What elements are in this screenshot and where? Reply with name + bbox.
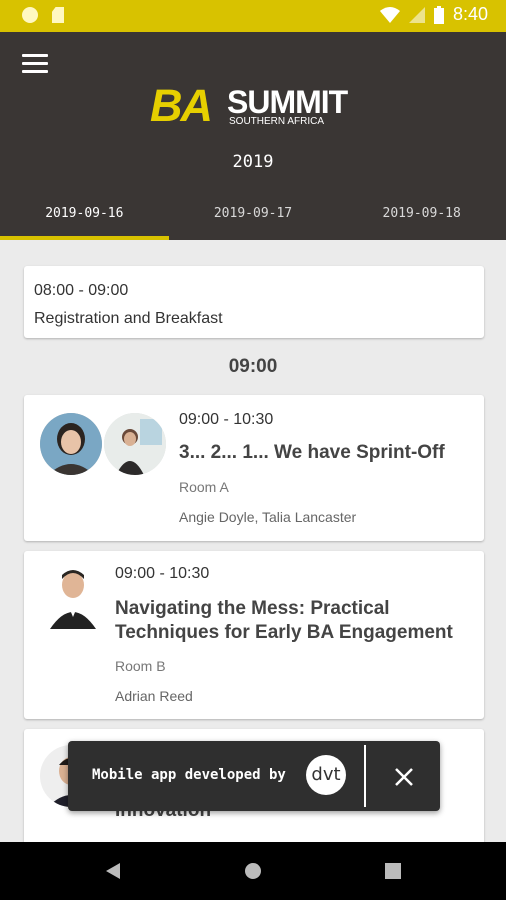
status-bar: 8:40 [0,0,506,32]
menu-icon-bar [22,70,48,73]
speaker-avatar [46,565,100,629]
logo-region: SOUTHERN AFRICA [229,116,325,127]
snackbar-text: Mobile app developed by [92,767,286,783]
registration-title: Registration and Breakfast [34,310,223,327]
speaker-avatar [40,413,102,475]
logo-ba: BA [150,80,213,131]
session-speakers: Adrian Reed [115,688,193,704]
person-icon [104,413,166,475]
close-icon [395,768,413,786]
session-room: Room B [115,658,166,674]
status-right: 8:40 [379,4,488,25]
snackbar-divider [364,745,366,807]
cellular-icon [408,6,425,23]
date-tabs: 2019-09-16 2019-09-17 2019-09-18 [0,192,506,240]
registration-time: 08:00 - 09:00 [34,282,129,299]
section-time-header: 09:00 [228,356,278,377]
session-time: 09:00 - 10:30 [179,411,274,428]
recents-icon[interactable] [385,863,401,879]
status-left [22,7,64,23]
session-speakers: Angie Doyle, Talia Lancaster [179,509,357,525]
person-icon [46,565,100,629]
wifi-icon [379,6,400,23]
session-title-line1: Navigating the Mess: Practical [115,598,390,619]
session-time: 09:00 - 10:30 [115,565,210,582]
menu-icon-bar [22,62,48,65]
session-card[interactable]: 09:00 - 10:30 3... 2... 1... We have Spr… [24,395,484,541]
session-card[interactable]: 09:00 - 10:30 Navigating the Mess: Pract… [24,551,484,719]
app-bar: BA SUMMIT SOUTHERN AFRICA 2019 2019-09-1… [0,32,506,240]
tab-2019-09-17[interactable]: 2019-09-17 [169,192,338,240]
session-title: 3... 2... 1... We have Sprint-Off [179,442,445,463]
notification-circle-icon [22,7,38,23]
menu-icon-bar [22,54,48,57]
dvt-logo[interactable]: dvt [306,755,346,795]
home-icon[interactable] [244,862,262,880]
status-time: 8:40 [452,4,488,24]
developer-snackbar: Mobile app developed by dvt [68,741,440,811]
system-nav-bar [0,842,506,900]
close-button[interactable] [388,761,420,793]
ba-summit-logo: BA SUMMIT SOUTHERN AFRICA [150,80,355,131]
menu-button[interactable] [22,54,48,76]
tab-2019-09-18[interactable]: 2019-09-18 [337,192,506,240]
speaker-avatar [104,413,166,475]
battery-icon [433,5,444,24]
tab-2019-09-16[interactable]: 2019-09-16 [0,192,169,240]
registration-card[interactable]: 08:00 - 09:00 Registration and Breakfast [24,266,484,338]
sd-card-icon [52,7,64,23]
person-icon [40,413,102,475]
year-label: 2019 [232,152,274,172]
back-icon[interactable] [104,862,122,880]
session-title-line2: Techniques for Early BA Engagement [115,622,453,643]
session-room: Room A [179,479,229,495]
